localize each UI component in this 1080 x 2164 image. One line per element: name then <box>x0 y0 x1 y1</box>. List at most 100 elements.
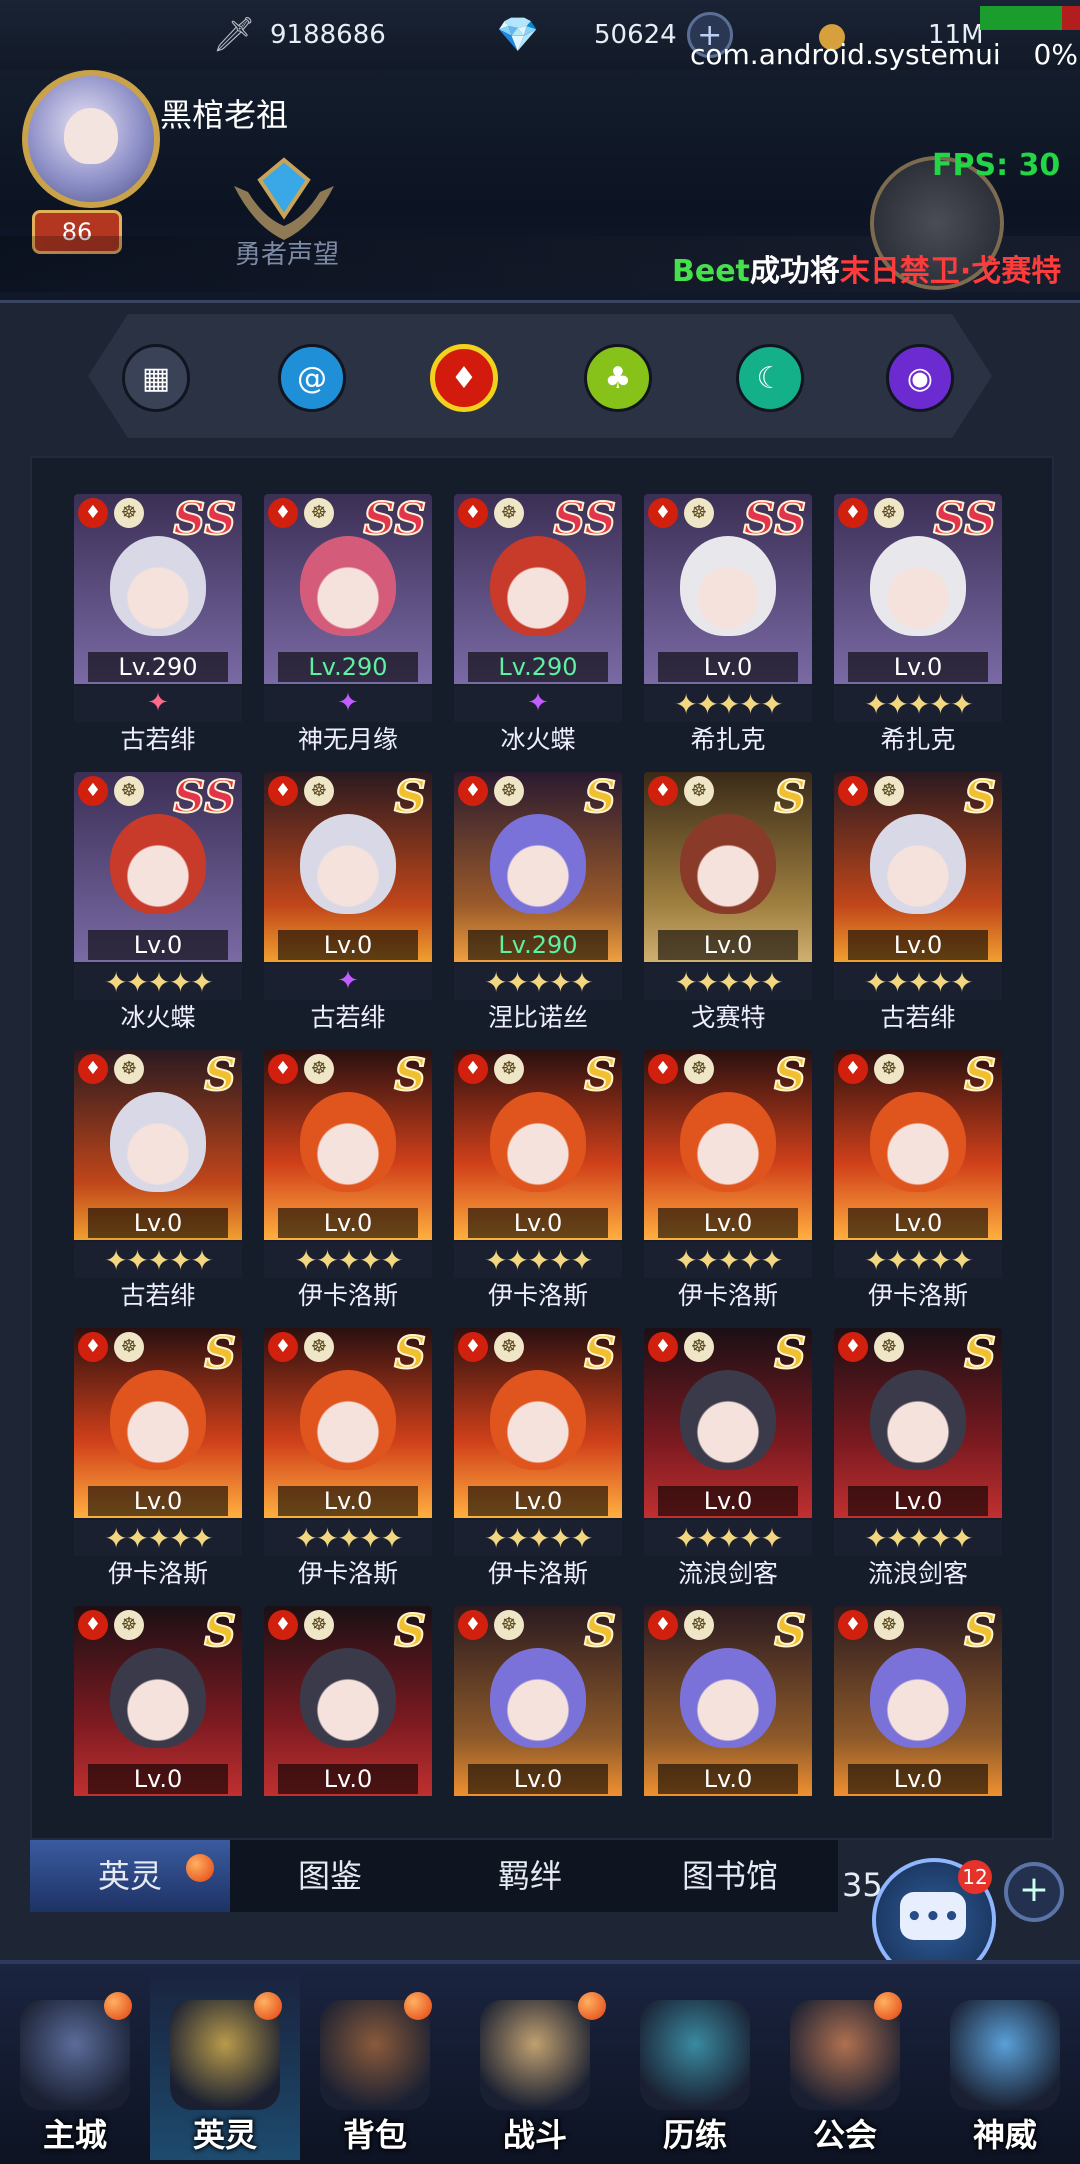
hero-card[interactable]: ♦ ☸ SS Lv.0 ✦✦✦✦✦ 冰火蝶 <box>74 772 242 1040</box>
hero-card[interactable]: ♦ ☸ S Lv.0 <box>644 1606 812 1796</box>
nav-item-2[interactable]: 背包 <box>300 1970 450 2160</box>
star-rating: ✦✦✦✦✦ <box>454 964 622 1000</box>
tab-library[interactable]: 图书馆 <box>630 1840 830 1912</box>
hero-name: 伊卡洛斯 <box>487 1559 588 1588</box>
nav-item-5[interactable]: 公会 <box>770 1970 920 2160</box>
fire-element-icon: ♦ <box>648 498 678 528</box>
nav-label: 背包 <box>342 2116 407 2154</box>
hero-card[interactable]: ♦ ☸ S Lv.0 ✦✦✦✦✦ 古若绯 <box>74 1050 242 1318</box>
nav-item-3[interactable]: 战斗 <box>460 1970 610 2160</box>
nav-item-1[interactable]: 英灵 <box>150 1970 300 2160</box>
notification-dot <box>404 1992 432 2020</box>
hero-name: 古若绯 <box>880 1003 956 1032</box>
hero-name: 古若绯 <box>310 1003 386 1032</box>
hero-face <box>110 1092 206 1192</box>
hero-card[interactable]: ♦ ☸ S Lv.0 ✦✦✦✦✦ 伊卡洛斯 <box>454 1328 622 1596</box>
hero-level: Lv.0 <box>848 1764 988 1794</box>
fire-element-icon: ♦ <box>648 1332 678 1362</box>
hero-name: 伊卡洛斯 <box>867 1281 968 1310</box>
hero-face <box>870 1092 966 1192</box>
hero-face <box>300 1370 396 1470</box>
filter-fire-button[interactable]: ♦ <box>430 344 498 412</box>
nav-item-0[interactable]: 主城 <box>0 1970 150 2160</box>
hero-card[interactable]: ♦ ☸ S Lv.0 <box>74 1606 242 1796</box>
hero-rank: SS <box>362 494 427 546</box>
hero-rank: S <box>963 1050 997 1102</box>
class-icon: ☸ <box>494 498 524 528</box>
class-icon: ☸ <box>684 1054 714 1084</box>
hero-rank: SS <box>552 494 617 546</box>
hero-card[interactable]: ♦ ☸ SS Lv.290 ✦ 古若绯 <box>74 494 242 762</box>
hero-name: 冰火蝶 <box>120 1003 196 1032</box>
hero-level: Lv.0 <box>848 1486 988 1516</box>
class-icon: ☸ <box>684 776 714 806</box>
hero-portrait: ♦ ☸ S Lv.0 <box>74 1050 242 1240</box>
nav-icon <box>950 2000 1060 2110</box>
filter-dark-button[interactable]: ◉ <box>886 344 954 412</box>
hero-card[interactable]: ♦ ☸ SS Lv.290 ✦ 神无月缘 <box>264 494 432 762</box>
class-icon: ☸ <box>494 1054 524 1084</box>
fire-element-icon: ♦ <box>648 776 678 806</box>
hero-level: Lv.290 <box>468 652 608 682</box>
filter-light-button[interactable]: ☾ <box>736 344 804 412</box>
hero-card[interactable]: ♦ ☸ SS Lv.0 ✦✦✦✦✦ 希扎克 <box>644 494 812 762</box>
battery-label: 0% <box>1033 38 1078 71</box>
hero-card[interactable]: ♦ ☸ S Lv.0 <box>264 1606 432 1796</box>
hero-face <box>490 814 586 914</box>
hero-card[interactable]: ♦ ☸ S Lv.0 ✦✦✦✦✦ 戈赛特 <box>644 772 812 1040</box>
hero-rank: S <box>393 1328 427 1380</box>
hero-card[interactable]: ♦ ☸ S Lv.0 ✦✦✦✦✦ 伊卡洛斯 <box>74 1328 242 1596</box>
hero-portrait: ♦ ☸ S Lv.0 <box>644 1050 812 1240</box>
star-rating: ✦✦✦✦✦ <box>264 1242 432 1278</box>
fire-element-icon: ♦ <box>78 1332 108 1362</box>
class-icon: ☸ <box>114 1332 144 1362</box>
hero-face <box>490 1092 586 1192</box>
awaken-charm-icon: ✦ <box>337 966 359 996</box>
hero-portrait: ♦ ☸ SS Lv.290 <box>74 494 242 684</box>
tab-heroes[interactable]: 英灵 <box>30 1840 230 1912</box>
hero-card[interactable]: ♦ ☸ SS Lv.290 ✦ 冰火蝶 <box>454 494 622 762</box>
notification-dot <box>254 1992 282 2020</box>
hero-card[interactable]: ♦ ☸ S Lv.0 ✦✦✦✦✦ 伊卡洛斯 <box>264 1050 432 1318</box>
hero-name: 古若绯 <box>120 1281 196 1310</box>
nav-item-4[interactable]: 历练 <box>620 1970 770 2160</box>
hero-card[interactable]: ♦ ☸ S Lv.0 <box>454 1606 622 1796</box>
filter-wind-button[interactable]: ♣ <box>584 344 652 412</box>
hero-face <box>870 1648 966 1748</box>
hero-face <box>870 536 966 636</box>
hero-card[interactable]: ♦ ☸ S Lv.0 ✦✦✦✦✦ 伊卡洛斯 <box>834 1050 1002 1318</box>
swirl-icon: @ <box>297 360 327 396</box>
hero-portrait: ♦ ☸ S Lv.0 <box>264 1050 432 1240</box>
hero-level: Lv.0 <box>468 1764 608 1794</box>
hero-card[interactable]: ♦ ☸ S Lv.0 ✦✦✦✦✦ 流浪剑客 <box>644 1328 812 1596</box>
hero-rank: S <box>963 1328 997 1380</box>
hero-card[interactable]: ♦ ☸ S Lv.0 ✦✦✦✦✦ 伊卡洛斯 <box>644 1050 812 1318</box>
player-avatar[interactable] <box>22 70 160 208</box>
notification-dot <box>874 1992 902 2020</box>
hero-card[interactable]: ♦ ☸ S Lv.0 ✦✦✦✦✦ 伊卡洛斯 <box>454 1050 622 1318</box>
star-rating: ✦✦✦✦✦ <box>644 1242 812 1278</box>
notification-dot <box>578 1992 606 2020</box>
hero-card[interactable]: ♦ ☸ S Lv.0 <box>834 1606 1002 1796</box>
star-rating: ✦✦✦✦✦ <box>834 964 1002 1000</box>
hero-card[interactable]: ♦ ☸ S Lv.0 ✦✦✦✦✦ 古若绯 <box>834 772 1002 1040</box>
diamond-value: 50624 <box>594 20 677 50</box>
filter-all-button[interactable]: ▦ <box>122 344 190 412</box>
hero-card[interactable]: ♦ ☸ SS Lv.0 ✦✦✦✦✦ 希扎克 <box>834 494 1002 762</box>
hero-rank: S <box>963 1606 997 1658</box>
hero-face <box>680 536 776 636</box>
hero-card[interactable]: ♦ ☸ S Lv.0 ✦✦✦✦✦ 伊卡洛斯 <box>264 1328 432 1596</box>
hero-card[interactable]: ♦ ☸ S Lv.0 ✦✦✦✦✦ 流浪剑客 <box>834 1328 1002 1596</box>
hero-card[interactable]: ♦ ☸ S Lv.290 ✦✦✦✦✦ 涅比诺丝 <box>454 772 622 1040</box>
hero-card[interactable]: ♦ ☸ S Lv.0 ✦ 古若绯 <box>264 772 432 1040</box>
class-icon: ☸ <box>874 498 904 528</box>
hero-level: Lv.0 <box>848 930 988 960</box>
tab-codex[interactable]: 图鉴 <box>230 1840 430 1912</box>
tab-bonds[interactable]: 羁绊 <box>430 1840 630 1912</box>
filter-water-button[interactable]: @ <box>278 344 346 412</box>
marquee-item: 末日禁卫·戈赛特 <box>839 254 1062 289</box>
expand-capacity-button[interactable]: + <box>1004 1862 1064 1922</box>
hero-rank: S <box>773 1050 807 1102</box>
nav-item-6[interactable]: 神威 <box>930 1970 1080 2160</box>
announcement-marquee: Beet成功将末日禁卫·戈赛特 <box>672 246 1061 290</box>
